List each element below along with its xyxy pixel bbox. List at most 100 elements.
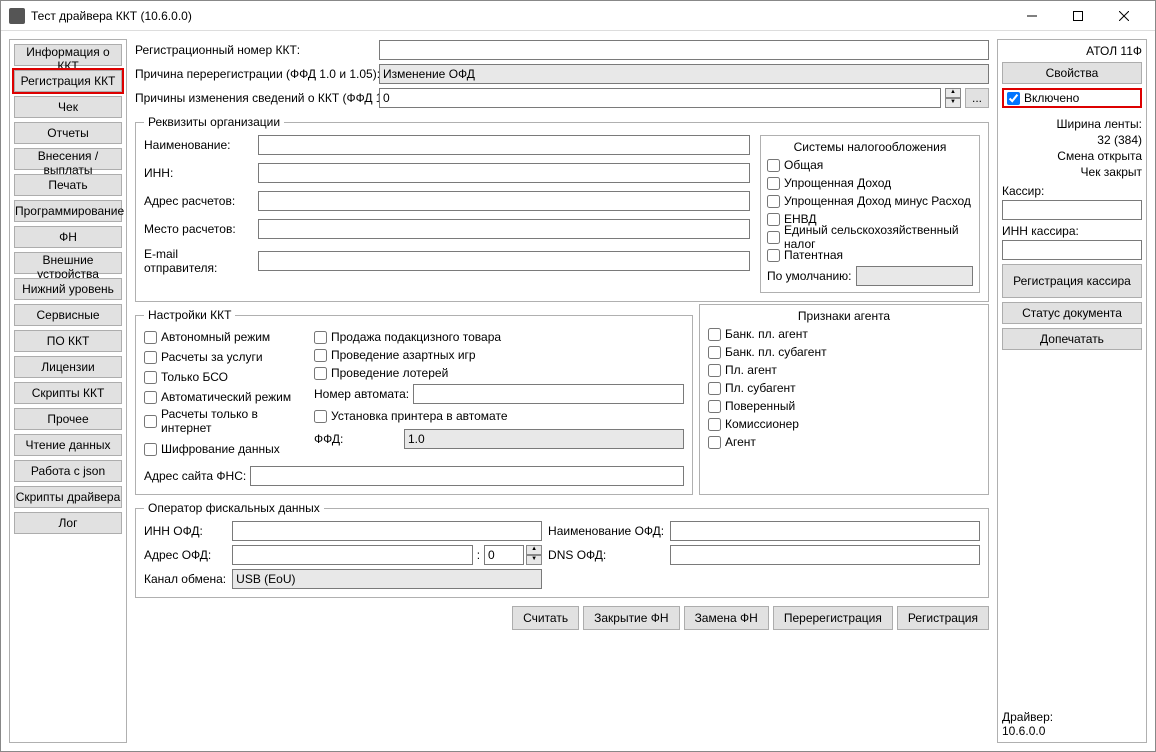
email-label: E-mail отправителя: [144,247,254,275]
calc-place-input[interactable] [258,219,750,239]
printer-install-label: Установка принтера в автомате [331,410,508,423]
replace-fn-button[interactable]: Замена ФН [684,606,769,630]
enabled-label: Включено [1024,91,1079,105]
agent-check-4[interactable] [708,400,721,413]
properties-button[interactable]: Свойства [1002,62,1142,84]
doc-status-button[interactable]: Статус документа [1002,302,1142,324]
automat-input[interactable] [413,384,684,404]
maximize-button[interactable] [1055,1,1101,31]
sidebar-item-16[interactable]: Работа с json [14,460,122,482]
sidebar-item-12[interactable]: Лицензии [14,356,122,378]
sidebar-item-5[interactable]: Печать [14,174,122,196]
kkt-c1-label-5: Шифрование данных [161,442,280,456]
sidebar-item-1[interactable]: Регистрация ККТ [14,70,122,92]
ofd-port-spinner[interactable]: ▲▼ [526,545,542,565]
ofd-channel-label: Канал обмена: [144,572,226,586]
sidebar-item-14[interactable]: Прочее [14,408,122,430]
titlebar: Тест драйвера ККТ (10.6.0.0) [1,1,1155,31]
sidebar-item-0[interactable]: Информация о ККТ [14,44,122,66]
reprint-button[interactable]: Допечатать [1002,328,1142,350]
ofd-addr-label: Адрес ОФД: [144,548,226,562]
kkt-c2-check-1[interactable] [314,349,327,362]
tax-default-select[interactable] [856,266,974,286]
ofd-channel-select[interactable]: USB (EoU) [232,569,542,589]
read-button[interactable]: Считать [512,606,579,630]
close-button[interactable] [1101,1,1147,31]
kkt-c2-check-0[interactable] [314,331,327,344]
ofd-dns-input[interactable] [670,545,980,565]
agent-check-5[interactable] [708,418,721,431]
sidebar-item-3[interactable]: Отчеты [14,122,122,144]
org-name-input[interactable] [258,135,750,155]
sidebar-item-8[interactable]: Внешние устройства [14,252,122,274]
agent-label-3: Пл. субагент [725,381,796,395]
tax-default-label: По умолчанию: [767,269,852,283]
agent-check-2[interactable] [708,364,721,377]
ffd-select[interactable]: 1.0 [404,429,684,449]
rereg-button[interactable]: Перерегистрация [773,606,893,630]
email-input[interactable] [258,251,750,271]
ofd-addr-input[interactable] [232,545,473,565]
cashier-reg-button[interactable]: Регистрация кассира [1002,264,1142,298]
cashier-input[interactable] [1002,200,1142,220]
tax-check-2[interactable] [767,195,780,208]
change-reasons-browse[interactable]: ... [965,88,989,108]
kkt-c1-check-4[interactable] [144,415,157,428]
enabled-checkbox[interactable] [1007,92,1020,105]
window-title: Тест драйвера ККТ (10.6.0.0) [31,9,1009,23]
kkt-c1-label-0: Автономный режим [161,330,270,344]
tax-check-0[interactable] [767,159,780,172]
sidebar-item-17[interactable]: Скрипты драйвера [14,486,122,508]
tax-check-5[interactable] [767,249,780,262]
sidebar-item-2[interactable]: Чек [14,96,122,118]
cashier-label: Кассир: [1002,184,1142,198]
kkt-c1-check-1[interactable] [144,351,157,364]
rereg-reason-select[interactable]: Изменение ОФД [379,64,989,84]
kkt-c2-check-2[interactable] [314,367,327,380]
agent-group: Признаки агента Банк. пл. агентБанк. пл.… [699,304,989,495]
calc-addr-input[interactable] [258,191,750,211]
app-icon [9,8,25,24]
sidebar-item-15[interactable]: Чтение данных [14,434,122,456]
tax-check-3[interactable] [767,213,780,226]
org-inn-label: ИНН: [144,166,254,180]
agent-check-6[interactable] [708,436,721,449]
sidebar-item-13[interactable]: Скрипты ККТ [14,382,122,404]
sidebar-item-10[interactable]: Сервисные [14,304,122,326]
kkt-legend: Настройки ККТ [144,308,235,322]
sidebar-item-11[interactable]: ПО ККТ [14,330,122,352]
ofd-inn-input[interactable] [232,521,542,541]
change-reasons-input[interactable] [379,88,941,108]
org-inn-input[interactable] [258,163,750,183]
fns-input[interactable] [250,466,684,486]
reg-number-input[interactable] [379,40,989,60]
kkt-c1-check-5[interactable] [144,443,157,456]
kkt-settings-group: Настройки ККТ Автономный режимРасчеты за… [135,308,693,495]
agent-check-3[interactable] [708,382,721,395]
tax-label-0: Общая [784,158,823,172]
printer-install-checkbox[interactable] [314,410,327,423]
agent-check-1[interactable] [708,346,721,359]
minimize-button[interactable] [1009,1,1055,31]
kkt-c1-check-0[interactable] [144,331,157,344]
reg-button[interactable]: Регистрация [897,606,989,630]
close-fn-button[interactable]: Закрытие ФН [583,606,679,630]
sidebar-item-18[interactable]: Лог [14,512,122,534]
kkt-c1-check-3[interactable] [144,391,157,404]
sidebar-item-9[interactable]: Нижний уровень [14,278,122,300]
tax-check-1[interactable] [767,177,780,190]
agent-label-0: Банк. пл. агент [725,327,808,341]
kkt-c1-check-2[interactable] [144,371,157,384]
sidebar-item-7[interactable]: ФН [14,226,122,248]
agent-check-0[interactable] [708,328,721,341]
cashier-inn-input[interactable] [1002,240,1142,260]
tax-check-4[interactable] [767,231,780,244]
agent-label-2: Пл. агент [725,363,777,377]
ofd-name-input[interactable] [670,521,980,541]
ofd-port-input[interactable] [484,545,524,565]
ofd-inn-label: ИНН ОФД: [144,524,226,538]
change-reasons-spinner[interactable]: ▲▼ [945,88,961,108]
sidebar-item-4[interactable]: Внесения / выплаты [14,148,122,170]
sidebar-item-6[interactable]: Программирование [14,200,122,222]
ofd-group: Оператор фискальных данных ИНН ОФД: Наим… [135,501,989,598]
